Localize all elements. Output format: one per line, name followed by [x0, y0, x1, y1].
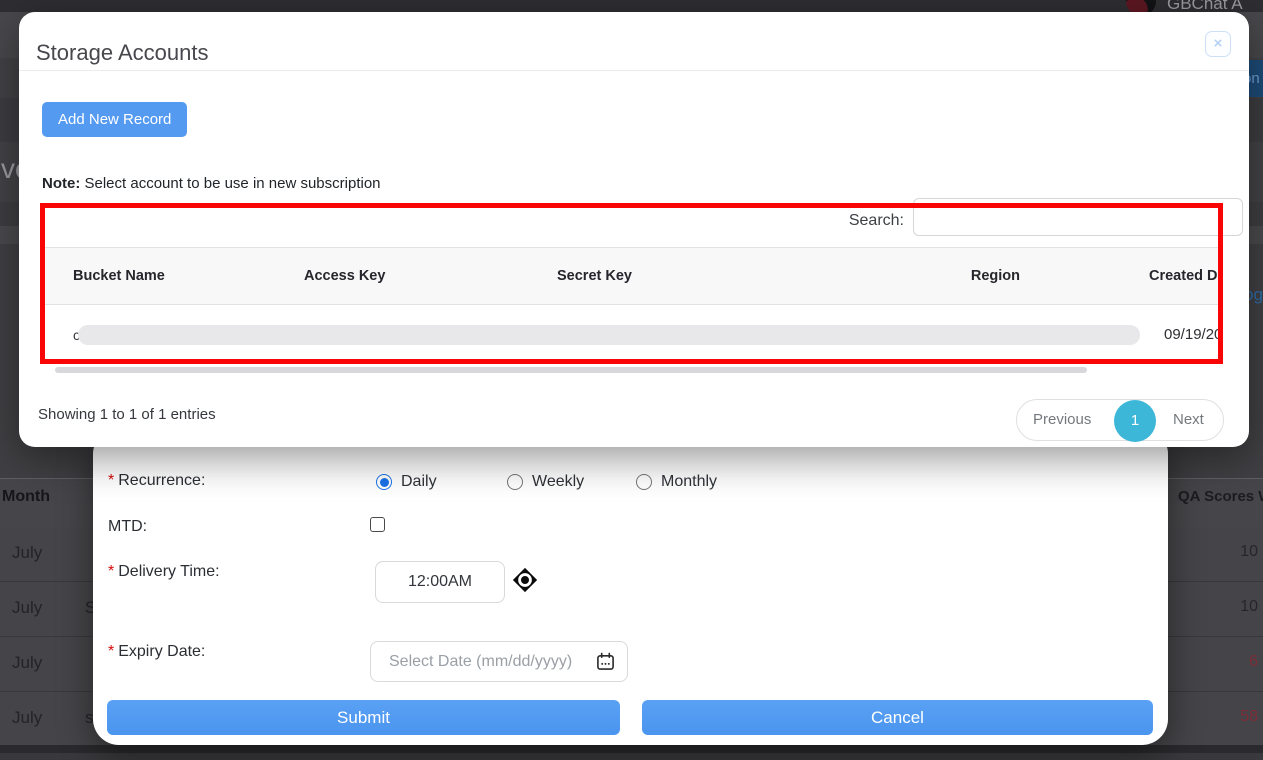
bg-month-column-header: Month: [2, 488, 50, 506]
radio-monthly[interactable]: [636, 474, 652, 490]
entries-info: Showing 1 to 1 of 1 entries: [38, 406, 216, 423]
recurrence-option-weekly[interactable]: Weekly: [507, 473, 584, 491]
accounts-table-header: Bucket Name Access Key Secret Key Region…: [40, 247, 1223, 305]
bg-qa-score-cell: 58: [1198, 708, 1258, 726]
created-date-cell: 09/19/202: [1164, 326, 1223, 343]
bg-month-cell: July: [12, 708, 42, 728]
pagination-previous-button[interactable]: Previous: [1033, 411, 1091, 428]
subscription-form-modal: *Recurrence: Daily Weekly Monthly MTD: *…: [93, 428, 1168, 745]
top-nav-bar: [0, 0, 1263, 12]
divider: [19, 70, 1249, 71]
radio-daily-label[interactable]: Daily: [401, 473, 437, 491]
account-table-row[interactable]: c 09/19/202: [40, 305, 1223, 371]
radio-weekly-label[interactable]: Weekly: [532, 473, 584, 491]
pagination: Previous 1 Next: [1016, 399, 1224, 441]
expiry-date-field[interactable]: [370, 641, 628, 682]
bg-month-cell: July: [12, 598, 42, 618]
close-icon[interactable]: ×: [1205, 31, 1231, 57]
required-asterisk: *: [108, 563, 114, 580]
bg-month-cell: July: [12, 653, 42, 673]
mtd-checkbox[interactable]: [370, 517, 385, 532]
time-picker-target-icon[interactable]: [512, 567, 538, 593]
expiry-date-input[interactable]: [389, 653, 596, 671]
search-input[interactable]: [913, 198, 1243, 236]
bg-band: [0, 753, 1263, 760]
bg-qa-score-cell: 10: [1198, 598, 1258, 616]
column-header-access-key[interactable]: Access Key: [304, 268, 385, 284]
column-header-created-date[interactable]: Created Da: [1149, 268, 1223, 284]
note-text: Note: Select account to be use in new su…: [42, 175, 381, 192]
pagination-next-button[interactable]: Next: [1173, 411, 1204, 428]
bg-qa-scores-column-header: QA Scores W: [1178, 488, 1263, 505]
recurrence-option-monthly[interactable]: Monthly: [636, 473, 717, 491]
screen: GBChat A ve on og Month QA Scores W July…: [0, 0, 1263, 760]
redacted-data-pill-partial: [55, 367, 1087, 373]
calendar-icon[interactable]: [596, 652, 615, 671]
required-asterisk: *: [108, 643, 114, 660]
cancel-button[interactable]: Cancel: [642, 700, 1153, 735]
delivery-time-input[interactable]: [375, 561, 505, 603]
recurrence-label: *Recurrence:: [108, 472, 205, 490]
recurrence-option-daily[interactable]: Daily: [376, 473, 437, 491]
radio-weekly[interactable]: [507, 474, 523, 490]
storage-accounts-modal: Storage Accounts × Add New Record Note: …: [19, 12, 1249, 447]
radio-daily[interactable]: [376, 474, 392, 490]
submit-button[interactable]: Submit: [107, 700, 620, 735]
pagination-page-1-button[interactable]: 1: [1114, 400, 1156, 442]
mtd-label: MTD:: [108, 518, 147, 536]
required-asterisk: *: [108, 472, 114, 489]
modal-title: Storage Accounts: [36, 40, 208, 66]
bg-qa-score-cell: 6: [1198, 653, 1258, 671]
column-header-secret-key[interactable]: Secret Key: [557, 268, 632, 284]
note-label: Note:: [42, 175, 80, 192]
radio-monthly-label[interactable]: Monthly: [661, 473, 717, 491]
bg-month-cell: July: [12, 543, 42, 563]
column-header-region[interactable]: Region: [930, 268, 1020, 284]
redacted-data-pill: [78, 325, 1140, 345]
column-header-bucket-name[interactable]: Bucket Name: [73, 268, 165, 284]
bg-qa-score-cell: 10: [1198, 543, 1258, 561]
bg-band: [0, 745, 1263, 753]
search-label: Search:: [719, 212, 904, 230]
delivery-time-label: *Delivery Time:: [108, 563, 220, 581]
add-new-record-button[interactable]: Add New Record: [42, 102, 187, 137]
expiry-date-label: *Expiry Date:: [108, 643, 205, 661]
